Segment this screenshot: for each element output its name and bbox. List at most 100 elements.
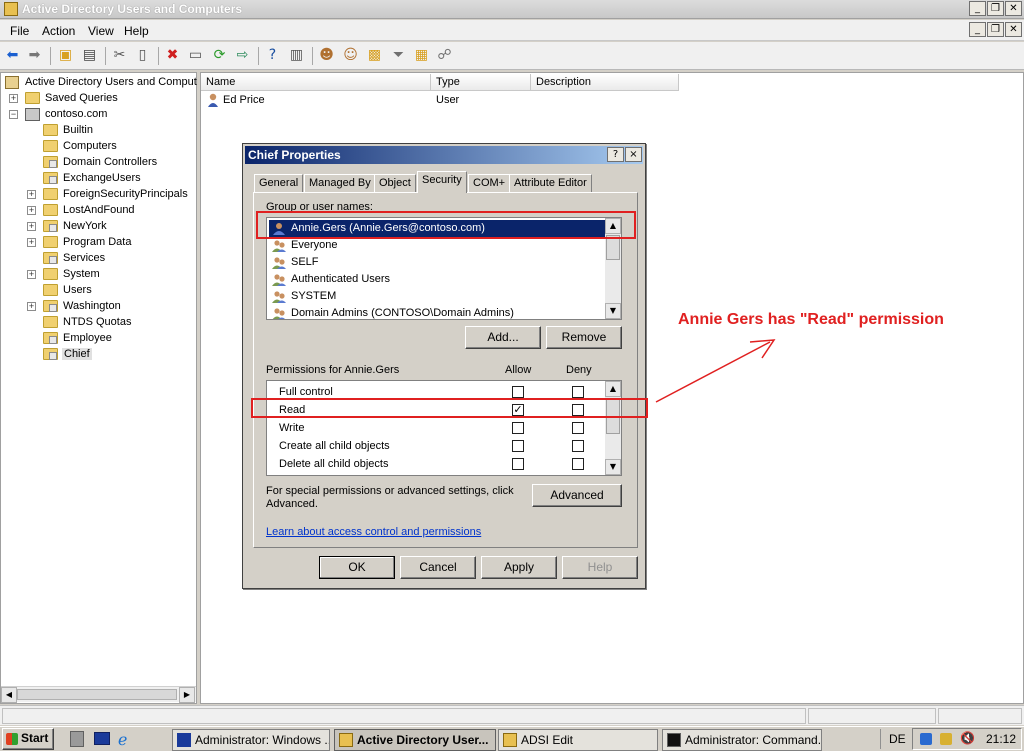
- list-row[interactable]: Ed Price User: [205, 92, 505, 109]
- learn-more-link[interactable]: Learn about access control and permissio…: [266, 526, 481, 538]
- new-user-icon[interactable]: ☻: [318, 47, 335, 64]
- special-permissions-text: For special permissions or advanced sett…: [266, 485, 514, 510]
- expand-icon[interactable]: +: [27, 270, 36, 279]
- task-powershell[interactable]: Administrator: Windows ...: [172, 729, 330, 751]
- expand-icon[interactable]: +: [9, 94, 18, 103]
- tab-security[interactable]: Security: [417, 171, 467, 193]
- ou-icon: [43, 348, 58, 360]
- windows-logo-icon: [6, 733, 18, 745]
- task-adsi-edit[interactable]: ADSI Edit: [498, 729, 658, 751]
- server-manager-icon[interactable]: [70, 731, 84, 747]
- add-to-group-icon[interactable]: ☍: [436, 47, 453, 64]
- find-icon[interactable]: ▦: [413, 47, 430, 64]
- remove-button[interactable]: Remove: [546, 326, 622, 349]
- collapse-icon[interactable]: −: [9, 110, 18, 119]
- back-arrow-icon[interactable]: ⬅: [4, 47, 21, 64]
- delete-icon[interactable]: ✖: [164, 47, 181, 64]
- cancel-button[interactable]: Cancel: [400, 556, 476, 579]
- tree-label: System: [63, 268, 100, 280]
- perm-deny-checkbox[interactable]: [572, 458, 584, 470]
- clock[interactable]: 21:12: [986, 732, 1016, 746]
- child-restore-button[interactable]: ❐: [987, 22, 1004, 37]
- new-ou-icon[interactable]: ▩: [366, 47, 383, 64]
- expand-icon[interactable]: +: [27, 222, 36, 231]
- filter-icon[interactable]: ⏷: [390, 47, 407, 64]
- scroll-up-icon[interactable]: ▲: [605, 381, 621, 397]
- apply-button[interactable]: Apply: [481, 556, 557, 579]
- expand-icon[interactable]: +: [27, 206, 36, 215]
- help-button[interactable]: Help: [562, 556, 638, 579]
- tab-general[interactable]: General: [254, 174, 304, 192]
- folder-icon: [43, 188, 58, 200]
- refresh-icon[interactable]: ⟳: [211, 47, 228, 64]
- tab-attribute-editor[interactable]: Attribute Editor: [509, 174, 592, 192]
- action-center-icon[interactable]: [940, 733, 952, 745]
- menu-view[interactable]: View: [88, 24, 114, 38]
- folder-icon: [43, 284, 58, 296]
- column-header-description[interactable]: Description: [531, 74, 679, 91]
- tree-horizontal-scrollbar[interactable]: ◀ ▶: [1, 686, 196, 703]
- perm-allow-checkbox[interactable]: [512, 422, 524, 434]
- tab-com[interactable]: COM+: [468, 174, 511, 192]
- add-button[interactable]: Add...: [465, 326, 541, 349]
- expand-icon[interactable]: +: [27, 190, 36, 199]
- scroll-down-icon[interactable]: ▼: [605, 303, 621, 319]
- expand-icon[interactable]: +: [27, 238, 36, 247]
- status-section: [808, 708, 936, 724]
- cut-icon[interactable]: ✂: [111, 47, 128, 64]
- expand-icon[interactable]: +: [27, 302, 36, 311]
- perm-deny-checkbox[interactable]: [572, 422, 584, 434]
- user-item-label: SYSTEM: [291, 290, 337, 302]
- perm-allow-checkbox[interactable]: [512, 386, 524, 398]
- show-pane-icon[interactable]: ▥: [288, 47, 305, 64]
- scroll-thumb[interactable]: [17, 689, 177, 700]
- properties-icon[interactable]: ▭: [187, 47, 204, 64]
- folder-icon: [43, 236, 58, 248]
- adsi-icon: [503, 733, 517, 747]
- scroll-down-icon[interactable]: ▼: [605, 459, 621, 475]
- powershell-icon[interactable]: [94, 732, 110, 745]
- dialog-close-button[interactable]: ×: [625, 147, 642, 162]
- ou-icon: [43, 300, 58, 312]
- network-icon[interactable]: [920, 733, 932, 745]
- ok-button[interactable]: OK: [319, 556, 395, 579]
- perm-deny-checkbox[interactable]: [572, 386, 584, 398]
- column-header-type[interactable]: Type: [431, 74, 531, 91]
- advanced-button[interactable]: Advanced: [532, 484, 622, 507]
- task-aduc[interactable]: Active Directory User...: [334, 729, 496, 751]
- permissions-scrollbar[interactable]: ▲ ▼: [605, 381, 621, 475]
- menu-help[interactable]: Help: [124, 24, 149, 38]
- child-minimize-button[interactable]: _: [969, 22, 986, 37]
- column-header-name[interactable]: Name: [201, 74, 431, 91]
- language-indicator[interactable]: DE: [889, 732, 906, 746]
- dialog-help-button[interactable]: ?: [607, 147, 624, 162]
- task-command[interactable]: Administrator: Command...: [662, 729, 822, 751]
- tree-label: Services: [63, 252, 106, 264]
- task-label: ADSI Edit: [521, 733, 574, 747]
- perm-deny-checkbox[interactable]: [572, 440, 584, 452]
- scroll-right-icon[interactable]: ▶: [179, 687, 195, 703]
- restore-button[interactable]: ❐: [987, 1, 1004, 16]
- copy-icon[interactable]: ▯: [134, 47, 151, 64]
- annie-highlight-box: [256, 211, 636, 239]
- console-tree-icon[interactable]: ▤: [81, 47, 98, 64]
- up-folder-icon[interactable]: ▣: [57, 47, 74, 64]
- start-button[interactable]: Start: [2, 728, 54, 750]
- child-close-button[interactable]: ✕: [1005, 22, 1022, 37]
- perm-allow-checkbox[interactable]: [512, 440, 524, 452]
- ie-icon[interactable]: ℯ: [118, 730, 127, 749]
- menu-file[interactable]: File: [10, 24, 29, 38]
- scroll-left-icon[interactable]: ◀: [1, 687, 17, 703]
- help-icon[interactable]: ?: [264, 47, 281, 64]
- export-icon[interactable]: ⇨: [234, 47, 251, 64]
- forward-arrow-icon[interactable]: ➡: [26, 47, 43, 64]
- ou-icon: [43, 332, 58, 344]
- menu-action[interactable]: Action: [42, 24, 75, 38]
- close-window-button[interactable]: ✕: [1005, 1, 1022, 16]
- perm-allow-checkbox[interactable]: [512, 458, 524, 470]
- tab-managed-by[interactable]: Managed By: [304, 174, 376, 192]
- minimize-button[interactable]: _: [969, 1, 986, 16]
- tab-object[interactable]: Object: [374, 174, 416, 192]
- volume-muted-icon[interactable]: 🔇: [960, 731, 975, 745]
- new-group-icon[interactable]: ☺: [342, 47, 359, 64]
